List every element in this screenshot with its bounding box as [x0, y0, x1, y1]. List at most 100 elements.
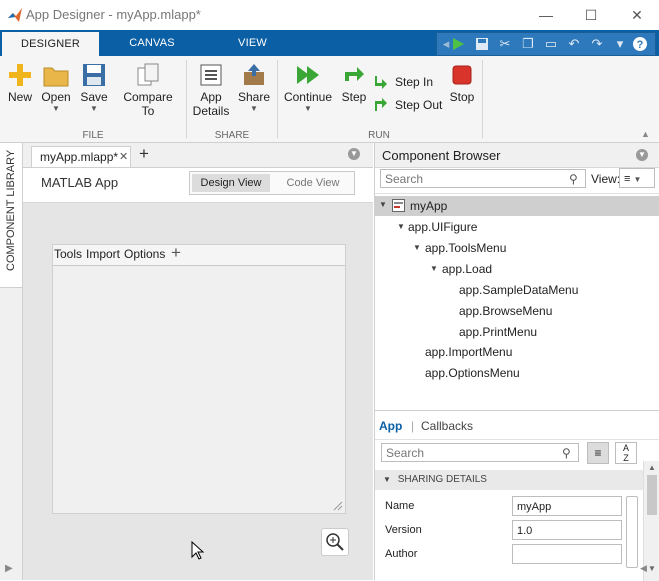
panel-menu-icon[interactable]: ▼	[348, 148, 360, 160]
maximize-button[interactable]: ☐	[581, 5, 601, 25]
tree-item-browsemenu[interactable]: app.BrowseMenu	[459, 304, 552, 318]
collapse-arrow-icon: ▼	[383, 475, 391, 484]
chevron-down-icon: ▼	[250, 104, 258, 113]
title-bar: App Designer - myApp.mlapp* — ☐ ✕	[0, 0, 659, 30]
tab-app[interactable]: App	[379, 419, 402, 433]
help-icon[interactable]: ?	[629, 34, 651, 54]
tab-canvas[interactable]: CANVAS	[103, 30, 201, 56]
component-library-strip[interactable]: COMPONENT LIBRARY ▶	[0, 143, 23, 580]
tab-designer[interactable]: DESIGNER	[2, 30, 99, 56]
expand-arrow-icon[interactable]: ▼	[379, 200, 387, 209]
save-button[interactable]: Save ▼	[76, 60, 112, 113]
chevron-down-icon: ▼	[90, 104, 98, 113]
author-field[interactable]	[512, 544, 622, 564]
expand-panel-icon[interactable]: ◀	[640, 563, 647, 574]
menu-tools[interactable]: Tools	[54, 247, 82, 261]
resize-grip-icon[interactable]	[331, 499, 343, 511]
tab-callbacks[interactable]: Callbacks	[421, 419, 473, 433]
component-browser: Component Browser ▼ Search ⚲ View: ≡ ▼ ▼…	[374, 143, 659, 581]
step-in-button[interactable]: Step In	[374, 74, 446, 92]
editor-header: MATLAB App Design View Code View	[23, 168, 373, 203]
menu-options[interactable]: Options	[124, 247, 165, 261]
app-icon	[392, 199, 405, 212]
add-menu-icon[interactable]: +	[171, 243, 181, 263]
view-dropdown[interactable]: ≡ ▼	[619, 168, 655, 188]
group-divider	[186, 60, 187, 138]
expand-arrow-icon[interactable]: ▼	[413, 243, 421, 252]
ui-figure[interactable]: Tools Import Options +	[52, 243, 346, 514]
app-type-label: MATLAB App	[41, 175, 119, 190]
step-out-button[interactable]: Step Out	[374, 97, 446, 115]
tree-item-toolsmenu[interactable]: app.ToolsMenu	[425, 241, 506, 255]
continue-button[interactable]: Continue ▼	[281, 60, 335, 113]
collapse-ribbon-icon[interactable]: ▲	[641, 129, 650, 139]
inspector-search-input[interactable]: Search	[381, 443, 579, 462]
window-title: App Designer - myApp.mlapp*	[26, 7, 201, 22]
tree-item-load[interactable]: app.Load	[442, 262, 492, 276]
undo-icon[interactable]: ↶	[563, 34, 585, 54]
expand-arrow-icon[interactable]: ▼	[430, 264, 438, 273]
menu-import[interactable]: Import	[86, 247, 120, 261]
redo-icon[interactable]: ↷	[586, 34, 608, 54]
copy-icon[interactable]: ❐	[517, 34, 539, 54]
tree-item-sampledatamenu[interactable]: app.SampleDataMenu	[459, 283, 578, 297]
component-library-label[interactable]: COMPONENT LIBRARY	[5, 150, 17, 271]
open-button[interactable]: Open ▼	[38, 60, 74, 113]
prop-label-name: Name	[385, 500, 415, 512]
step-out-icon	[375, 98, 387, 111]
panel-menu-icon[interactable]: ▼	[636, 149, 648, 161]
step-icon	[345, 67, 364, 81]
doc-tab-label: myApp.mlapp*	[40, 150, 119, 164]
textarea-scrollbar[interactable]	[626, 496, 638, 568]
add-tab-icon[interactable]: +	[139, 144, 149, 164]
save-icon	[83, 64, 105, 86]
tree-item-printmenu[interactable]: app.PrintMenu	[459, 325, 537, 339]
group-view-button[interactable]: ≡	[587, 442, 609, 464]
group-label-file: FILE	[82, 130, 104, 141]
design-canvas[interactable]: Tools Import Options +	[23, 203, 373, 580]
paste-icon[interactable]: ▭	[540, 34, 562, 54]
group-label-share: SHARE	[214, 130, 250, 141]
chevron-down-icon: ▼	[633, 175, 642, 184]
view-label: View:	[591, 172, 621, 186]
new-button[interactable]: New	[3, 60, 37, 104]
compare-to-button[interactable]: Compare To	[116, 60, 180, 118]
document-tab-bar: myApp.mlapp* ✕ + ▼	[23, 143, 373, 168]
name-field[interactable]: myApp	[512, 496, 622, 516]
prop-label-version: Version	[385, 524, 422, 536]
hierarchy-icon: ≡	[624, 173, 631, 185]
app-details-button[interactable]: App Details	[190, 60, 232, 118]
scroll-thumb[interactable]	[647, 475, 657, 515]
scroll-up-icon[interactable]: ▲	[648, 463, 656, 472]
tree-item-myapp[interactable]: myApp	[410, 199, 447, 213]
stop-button[interactable]: Stop	[447, 60, 477, 104]
save-icon[interactable]	[471, 34, 493, 54]
browser-search-input[interactable]: Search	[380, 169, 586, 188]
step-button[interactable]: Step	[338, 60, 370, 104]
tree-item-importmenu[interactable]: app.ImportMenu	[425, 345, 512, 359]
version-field[interactable]: 1.0	[512, 520, 622, 540]
tree-item-uifigure[interactable]: app.UIFigure	[408, 220, 477, 234]
cut-icon[interactable]: ✂	[494, 34, 516, 54]
view-toggle: Design View Code View	[189, 171, 355, 195]
expand-arrow-icon[interactable]: ▼	[397, 222, 405, 231]
close-button[interactable]: ✕	[627, 5, 647, 25]
sort-az-button[interactable]: AZ	[615, 442, 637, 464]
figure-menu-bar: Tools Import Options +	[53, 243, 345, 266]
tree-item-optionsmenu[interactable]: app.OptionsMenu	[425, 366, 520, 380]
close-tab-icon[interactable]: ✕	[119, 147, 128, 168]
share-button[interactable]: Share ▼	[236, 60, 272, 113]
zoom-button[interactable]	[321, 528, 349, 556]
search-icon: ⚲	[569, 172, 578, 186]
tab-myapp[interactable]: myApp.mlapp* ✕	[31, 146, 131, 167]
run-icon[interactable]	[447, 34, 469, 54]
tab-view[interactable]: VIEW	[205, 30, 300, 56]
scroll-down-icon[interactable]: ▼	[648, 564, 656, 573]
expand-panel-icon[interactable]: ▶	[5, 563, 13, 574]
section-sharing-details[interactable]: ▼ SHARING DETAILS	[375, 470, 643, 490]
design-view-button[interactable]: Design View	[192, 174, 270, 192]
minimize-button[interactable]: —	[536, 5, 556, 25]
code-view-button[interactable]: Code View	[274, 174, 352, 192]
expand-icon[interactable]: ▾	[609, 34, 631, 54]
app-details-icon	[200, 64, 222, 86]
